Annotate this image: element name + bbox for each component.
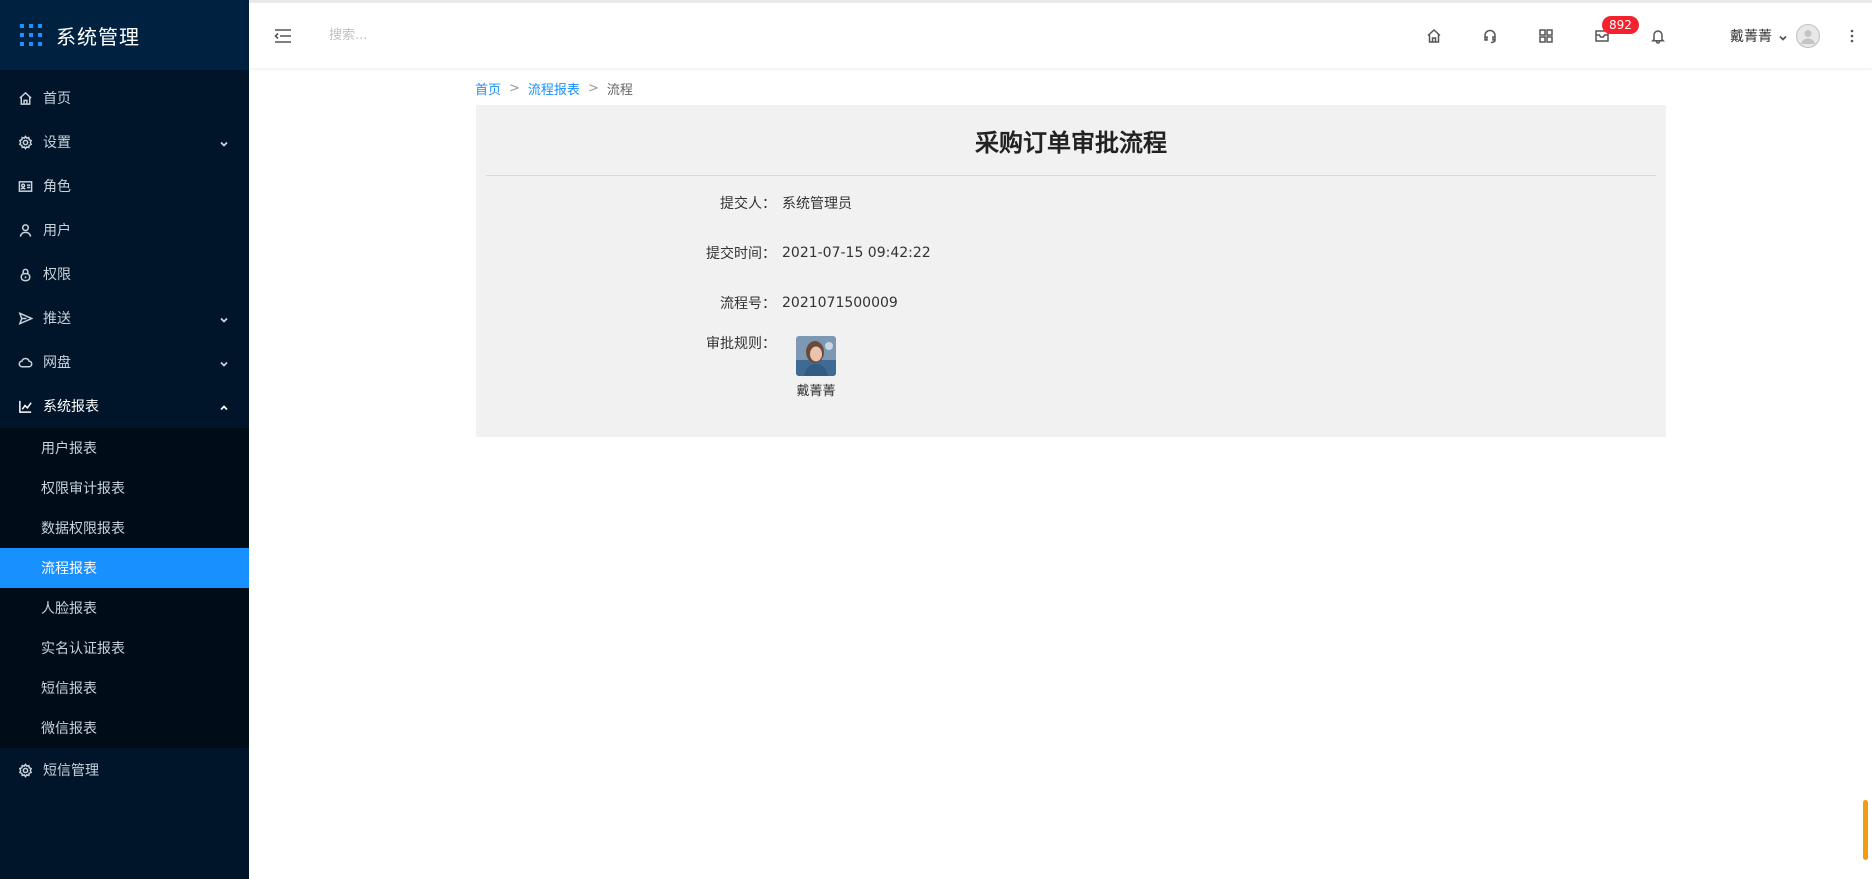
workflow-detail-card: 采购订单审批流程 提交人： 系统管理员 提交时间： 2021-07-15 09:… (476, 105, 1666, 437)
breadcrumb-separator: > (587, 81, 599, 96)
divider (486, 175, 1656, 176)
app-title: 系统管理 (56, 24, 140, 49)
user-menu[interactable]: 戴菁菁 (1730, 23, 1820, 48)
sidebar-item-label: 设置 (43, 135, 71, 151)
sidebar-item-users[interactable]: 用户 (0, 208, 249, 252)
sidebar-subitem-realname-report[interactable]: 实名认证报表 (0, 628, 249, 668)
sidebar-item-roles[interactable]: 角色 (0, 164, 249, 208)
sidebar-item-label: 系统报表 (43, 399, 99, 415)
sidebar-item-label: 角色 (43, 179, 71, 195)
chevron-down-icon (219, 137, 229, 147)
sidebar-subitem-face-report[interactable]: 人脸报表 (0, 588, 249, 628)
menu-fold-icon[interactable] (271, 24, 295, 48)
flow-number-row: 流程号： 2021071500009 (476, 293, 898, 313)
sidebar-subitem-permission-audit-report[interactable]: 权限审计报表 (0, 468, 249, 508)
chevron-up-icon (219, 401, 229, 411)
gear-icon (17, 762, 33, 778)
sidebar-subitem-user-report[interactable]: 用户报表 (0, 428, 249, 468)
apps-icon[interactable] (1518, 16, 1574, 56)
search-input[interactable] (329, 20, 569, 51)
sidebar-item-label: 用户 (43, 223, 71, 239)
sidebar-item-home[interactable]: 首页 (0, 76, 249, 120)
breadcrumb-parent[interactable]: 流程报表 (528, 79, 580, 98)
breadcrumb-separator: > (509, 81, 520, 96)
chevron-down-icon (219, 357, 229, 367)
chevron-down-icon (219, 313, 229, 323)
sidebar-item-push[interactable]: 推送 (0, 296, 249, 340)
sidebar-item-permissions[interactable]: 权限 (0, 252, 249, 296)
submitter-row: 提交人： 系统管理员 (476, 193, 852, 213)
report-submenu: 用户报表 权限审计报表 数据权限报表 流程报表 人脸报表 实名认证报表 短信报表… (0, 428, 249, 748)
sidebar-item-settings[interactable]: 设置 (0, 120, 249, 164)
submit-time-row: 提交时间： 2021-07-15 09:42:22 (476, 243, 931, 263)
user-name: 戴菁菁 (1730, 28, 1772, 45)
headset-icon[interactable] (1462, 16, 1518, 56)
sidebar-subitem-sms-report[interactable]: 短信报表 (0, 668, 249, 708)
sidebar-subitem-workflow-report[interactable]: 流程报表 (0, 548, 249, 588)
sidebar-item-label: 推送 (43, 311, 71, 327)
approver: 戴菁菁 (792, 336, 840, 399)
message-box-icon[interactable]: 892 (1574, 15, 1639, 56)
flow-number-label: 流程号： (720, 296, 776, 312)
header-actions: 892 戴菁菁 (1406, 3, 1872, 68)
app-logo[interactable]: 系统管理 (0, 0, 249, 70)
more-vertical-icon[interactable] (1832, 16, 1872, 56)
sidebar-item-label: 权限 (43, 267, 71, 283)
id-card-icon (17, 178, 33, 194)
sidebar-item-label: 网盘 (43, 355, 71, 371)
approver-avatar (796, 336, 836, 376)
sidebar-item-sms-management[interactable]: 短信管理 (0, 748, 249, 792)
chevron-down-icon (1778, 31, 1788, 41)
gear-icon (17, 134, 33, 150)
sidebar-item-label: 短信管理 (43, 763, 99, 779)
flow-number-value: 2021071500009 (782, 295, 898, 311)
page-title: 采购订单审批流程 (975, 129, 1167, 157)
cloud-icon (17, 354, 33, 370)
chart-icon (17, 398, 33, 414)
submit-time-value: 2021-07-15 09:42:22 (782, 245, 931, 261)
sidebar-item-label: 首页 (43, 91, 71, 107)
scrollbar-thumb[interactable] (1863, 800, 1868, 860)
sidebar-item-cloud-disk[interactable]: 网盘 (0, 340, 249, 384)
submit-time-label: 提交时间： (706, 246, 776, 262)
breadcrumb-current: 流程 (606, 83, 633, 98)
sidebar-subitem-data-permission-report[interactable]: 数据权限报表 (0, 508, 249, 548)
sidebar-item-system-reports[interactable]: 系统报表 (0, 384, 249, 428)
home-icon[interactable] (1406, 16, 1462, 56)
breadcrumb: 首页 > 流程报表 > 流程 (475, 79, 633, 98)
sidebar-menu: 首页 设置 角色 用户 权限 推送 网盘 系统报表 (0, 70, 249, 428)
sidebar-menu-bottom: 短信管理 (0, 748, 249, 792)
user-icon (17, 222, 33, 238)
approval-rule-row: 审批规则： (476, 333, 776, 353)
approval-rule-label: 审批规则： (706, 336, 776, 352)
avatar (1796, 23, 1820, 48)
sidebar: 系统管理 首页 设置 角色 用户 权限 推送 网盘 系统报表 用户报表 权限审计… (0, 0, 249, 879)
bell-icon[interactable] (1630, 16, 1686, 56)
apps-grid-icon (20, 24, 42, 46)
submitter-label: 提交人： (720, 196, 776, 212)
send-icon (17, 310, 33, 326)
submitter-value: 系统管理员 (782, 196, 852, 212)
sidebar-subitem-wechat-report[interactable]: 微信报表 (0, 708, 249, 748)
top-header: 892 戴菁菁 (249, 0, 1872, 68)
lock-icon (17, 266, 33, 282)
home-icon (17, 90, 33, 106)
breadcrumb-home[interactable]: 首页 (475, 79, 501, 98)
approver-name: 戴菁菁 (796, 384, 836, 399)
